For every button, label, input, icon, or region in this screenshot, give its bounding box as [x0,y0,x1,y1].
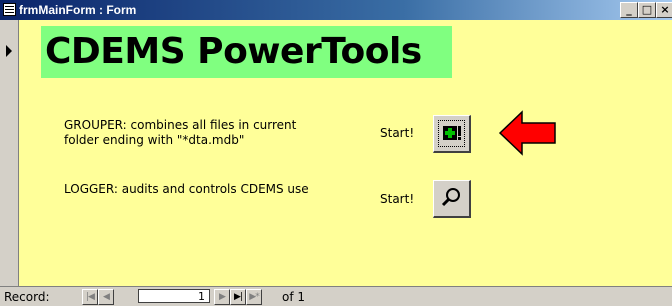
logger-description: LOGGER: audits and controls CDEMS use [64,182,309,196]
close-button[interactable]: × [656,2,672,18]
page-title: CDEMS PowerTools [45,31,422,72]
current-record-indicator-icon [6,45,12,57]
record-label: Record: [4,290,50,304]
header-banner: CDEMS PowerTools [41,26,452,78]
record-selector[interactable] [0,20,19,286]
of-label: of [282,290,294,304]
magnifier-icon [441,188,460,207]
total-records: 1 [297,290,306,304]
window-title: frmMainForm : Form [19,3,137,17]
access-form-window: frmMainForm : Form _ □ × CDEMS PowerTool… [0,0,672,306]
last-record-button[interactable]: ▶| [230,289,246,305]
form-icon[interactable] [3,3,16,16]
logger-start-button[interactable] [433,180,471,218]
restore-button[interactable]: □ [638,2,656,18]
red-arrow-icon [498,110,556,156]
plus-exclamation-icon [443,126,461,140]
title-bar[interactable]: frmMainForm : Form _ □ × [0,0,672,20]
grouper-start-button[interactable] [433,115,471,153]
grouper-start-label: Start! [380,126,415,140]
record-navigation-bar: Record: |◀ ◀ 1 ▶ ▶| ▶* of 1 [0,286,672,306]
previous-record-button[interactable]: ◀ [98,289,114,305]
current-record-input[interactable]: 1 [138,289,210,303]
next-record-button[interactable]: ▶ [214,289,230,305]
grouper-description: GROUPER: combines all files in current f… [64,118,297,147]
minimize-button[interactable]: _ [620,2,638,18]
record-count: of 1 [282,290,305,304]
logger-start-label: Start! [380,192,415,206]
first-record-button[interactable]: |◀ [82,289,98,305]
new-record-button[interactable]: ▶* [246,289,262,305]
